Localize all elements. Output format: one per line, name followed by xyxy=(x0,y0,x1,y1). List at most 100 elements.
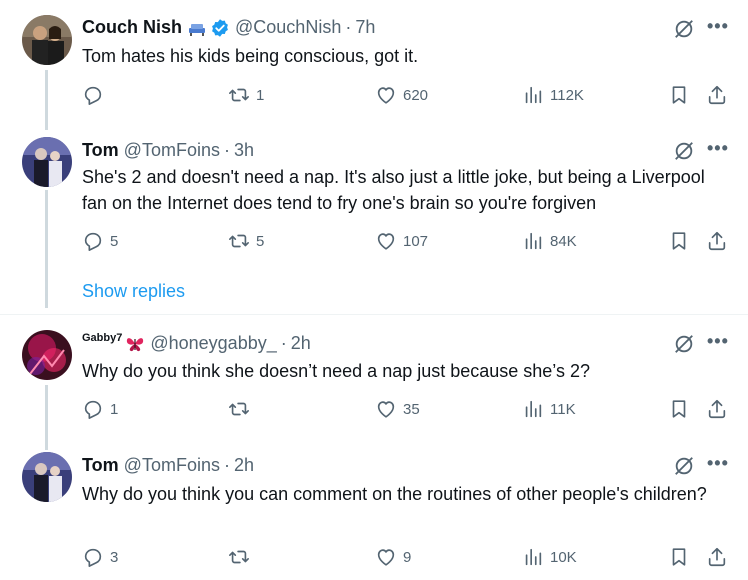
grok-icon[interactable] xyxy=(673,455,695,477)
grok-icon[interactable] xyxy=(673,18,695,40)
views-button[interactable]: 10K xyxy=(522,546,577,568)
action-bar: 1 35 11K xyxy=(82,398,732,422)
bookmark-icon xyxy=(672,400,686,418)
share-icon xyxy=(708,85,726,105)
avatar[interactable] xyxy=(22,330,72,380)
reply-count: 1 xyxy=(110,400,119,418)
view-count: 11K xyxy=(550,400,576,418)
tweet-header: Tom @TomFoins · 3h xyxy=(82,140,254,161)
thread-line xyxy=(45,385,48,450)
handle[interactable]: @TomFoins xyxy=(124,455,220,476)
tweet[interactable]: Couch Nish @CouchNish · 7h ••• Tom hates… xyxy=(0,0,748,130)
separator: · xyxy=(223,455,230,475)
reply-count: 5 xyxy=(110,232,119,250)
repost-button[interactable] xyxy=(228,398,256,420)
tweet[interactable]: Gabby7 @honeygabby_ · 2h ••• Why do you … xyxy=(0,315,748,450)
share-icon xyxy=(708,399,726,419)
display-name[interactable]: Gabby7 xyxy=(82,332,122,344)
tweet-text: Why do you think you can comment on the … xyxy=(82,484,707,504)
reply-icon xyxy=(84,548,102,567)
like-button[interactable]: 9 xyxy=(375,546,411,568)
timestamp[interactable]: 2h xyxy=(234,455,254,476)
reply-button[interactable] xyxy=(82,84,110,106)
tweet[interactable]: Tom @TomFoins · 2h ••• Why do you think … xyxy=(0,445,748,580)
bookmark-button[interactable] xyxy=(668,230,690,252)
show-replies-link[interactable]: Show replies xyxy=(82,281,185,302)
thread-dots xyxy=(45,280,48,302)
separator: · xyxy=(223,140,230,160)
reply-button[interactable]: 3 xyxy=(82,546,118,568)
reply-icon xyxy=(84,86,102,105)
handle[interactable]: @CouchNish xyxy=(235,17,341,38)
repost-button[interactable]: 5 xyxy=(228,230,264,252)
more-options-button[interactable]: ••• xyxy=(707,16,729,37)
views-icon xyxy=(525,86,542,104)
handle[interactable]: @TomFoins xyxy=(124,140,220,161)
share-button[interactable] xyxy=(706,84,728,106)
display-name[interactable]: Couch Nish xyxy=(82,17,182,38)
bookmark-icon xyxy=(672,86,686,104)
view-count: 84K xyxy=(550,232,577,250)
grok-icon[interactable] xyxy=(673,140,695,162)
views-button[interactable]: 11K xyxy=(522,398,576,420)
bookmark-button[interactable] xyxy=(668,398,690,420)
views-icon xyxy=(525,548,542,566)
verified-badge-icon[interactable] xyxy=(210,18,230,38)
share-button[interactable] xyxy=(706,230,728,252)
view-count: 112K xyxy=(550,86,584,104)
views-icon xyxy=(525,400,542,418)
grok-icon[interactable] xyxy=(673,333,695,355)
display-name[interactable]: Tom xyxy=(82,140,119,161)
bookmark-button[interactable] xyxy=(668,84,690,106)
avatar[interactable] xyxy=(22,452,72,502)
bookmark-button[interactable] xyxy=(668,546,690,568)
like-icon xyxy=(377,401,395,418)
repost-count: 5 xyxy=(256,232,265,250)
views-button[interactable]: 112K xyxy=(522,84,584,106)
display-name[interactable]: Tom xyxy=(82,455,119,476)
repost-button[interactable] xyxy=(228,546,256,568)
repost-button[interactable]: 1 xyxy=(228,84,264,106)
like-icon xyxy=(377,549,395,566)
like-icon xyxy=(377,87,395,104)
like-button[interactable]: 35 xyxy=(375,398,420,420)
timestamp[interactable]: 7h xyxy=(355,17,375,38)
reply-button[interactable]: 1 xyxy=(82,398,118,420)
separator: · xyxy=(280,333,287,353)
like-icon xyxy=(377,233,395,250)
more-options-button[interactable]: ••• xyxy=(707,453,729,474)
tweet-text: Why do you think she doesn’t need a nap … xyxy=(82,361,591,381)
handle[interactable]: @honeygabby_ xyxy=(150,333,276,354)
views-button[interactable]: 84K xyxy=(522,230,577,252)
repost-count: 1 xyxy=(256,86,265,104)
couch-icon xyxy=(188,19,206,37)
repost-icon xyxy=(229,234,249,248)
avatar[interactable] xyxy=(22,15,72,65)
tweet-text: She's 2 and doesn't need a nap. It's als… xyxy=(82,167,705,213)
share-button[interactable] xyxy=(706,546,728,568)
separator: · xyxy=(345,17,352,37)
tweet-text: Tom hates his kids being conscious, got … xyxy=(82,46,419,66)
more-options-button[interactable]: ••• xyxy=(707,331,729,352)
avatar[interactable] xyxy=(22,137,72,187)
tweet-header: Gabby7 @honeygabby_ · 2h xyxy=(82,332,311,354)
like-button[interactable]: 107 xyxy=(375,230,428,252)
thread-line xyxy=(45,70,48,130)
repost-icon xyxy=(229,402,249,416)
butterfly-icon xyxy=(125,334,145,354)
reply-button[interactable]: 5 xyxy=(82,230,118,252)
more-options-button[interactable]: ••• xyxy=(707,138,729,159)
tweet-header: Tom @TomFoins · 2h xyxy=(82,455,254,476)
share-button[interactable] xyxy=(706,398,728,420)
reply-icon xyxy=(84,400,102,419)
tweet-header: Couch Nish @CouchNish · 7h xyxy=(82,17,375,38)
reply-icon xyxy=(84,232,102,251)
bookmark-icon xyxy=(672,548,686,566)
like-button[interactable]: 620 xyxy=(375,84,428,106)
timestamp[interactable]: 2h xyxy=(291,333,311,354)
like-count: 9 xyxy=(403,548,412,566)
timestamp[interactable]: 3h xyxy=(234,140,254,161)
share-icon xyxy=(708,547,726,567)
like-count: 35 xyxy=(403,400,420,418)
repost-icon xyxy=(229,88,249,102)
